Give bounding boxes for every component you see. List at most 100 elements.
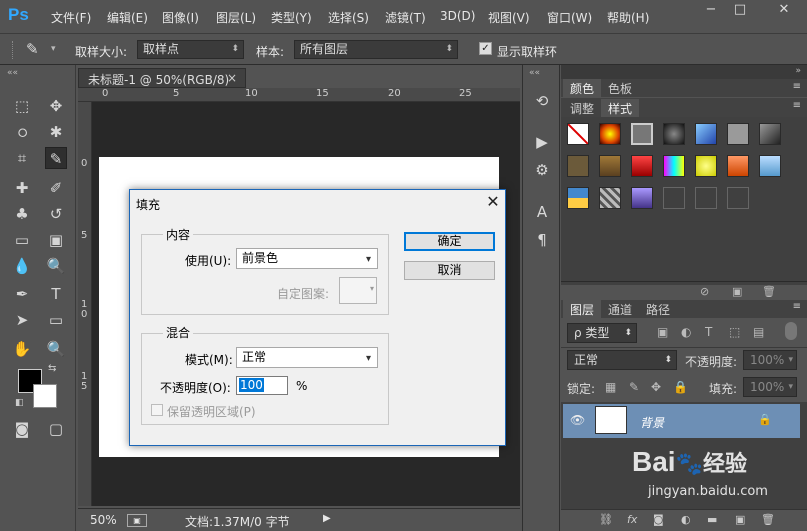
eyedropper-tool-icon[interactable]: ✎ <box>45 147 67 169</box>
grip-handle[interactable] <box>12 41 16 59</box>
preserve-transparency-checkbox[interactable] <box>151 404 163 416</box>
style-none-swatch[interactable] <box>567 123 589 145</box>
style-swatch[interactable] <box>727 155 749 177</box>
path-selection-tool-icon[interactable]: ➤ <box>11 309 33 331</box>
mode-select[interactable]: 正常 ▾ <box>236 347 378 368</box>
tab-layers[interactable]: 图层 <box>563 300 602 318</box>
style-swatch[interactable] <box>759 155 781 177</box>
menu-image[interactable]: 图像(I) <box>162 9 199 26</box>
pen-tool-icon[interactable]: ✒ <box>11 283 33 305</box>
panel-menu-icon[interactable]: ≡ <box>793 100 801 111</box>
layer-fill-input[interactable]: 100% ▾ <box>743 377 797 397</box>
tool-preset-chevron-icon[interactable]: ▾ <box>51 44 56 54</box>
style-swatch[interactable] <box>695 123 717 145</box>
sample-select[interactable]: 所有图层 ⬍ <box>294 40 458 59</box>
style-empty-swatch[interactable] <box>727 187 749 209</box>
character-panel-icon[interactable]: A <box>530 200 554 224</box>
new-group-icon[interactable]: ▬ <box>707 513 717 526</box>
collapse-arrows-icon[interactable]: » <box>795 66 801 76</box>
menu-3d[interactable]: 3D(D) <box>440 9 475 23</box>
filter-toggle[interactable] <box>785 322 797 340</box>
style-swatch[interactable] <box>631 123 653 145</box>
new-layer-icon[interactable]: ▣ <box>735 513 745 526</box>
style-swatch[interactable] <box>631 155 653 177</box>
adjustment-layer-icon[interactable]: ◐ <box>681 513 691 526</box>
layer-fx-icon[interactable]: fx <box>627 513 637 526</box>
maximize-button[interactable]: □ <box>729 2 751 18</box>
menu-window[interactable]: 窗口(W) <box>547 9 592 26</box>
style-swatch[interactable] <box>759 123 781 145</box>
new-style-icon[interactable]: ▣ <box>732 285 742 298</box>
magic-wand-tool-icon[interactable]: ✱ <box>45 121 67 143</box>
style-swatch[interactable] <box>567 187 589 209</box>
menu-file[interactable]: 文件(F) <box>51 9 91 26</box>
tab-styles[interactable]: 样式 <box>601 99 640 117</box>
close-tab-icon[interactable]: × <box>227 71 237 85</box>
tab-swatches[interactable]: 色板 <box>601 79 639 97</box>
healing-brush-tool-icon[interactable]: ✚ <box>11 177 33 199</box>
menu-help[interactable]: 帮助(H) <box>607 9 649 26</box>
type-tool-icon[interactable]: T <box>45 283 67 305</box>
status-toggle-icon[interactable]: ▣ <box>127 514 147 527</box>
lock-image-icon[interactable]: ✎ <box>629 380 639 394</box>
document-tab[interactable]: 未标题-1 @ 50%(RGB/8) × <box>78 68 246 88</box>
menu-view[interactable]: 视图(V) <box>488 9 530 26</box>
tab-adjustments[interactable]: 调整 <box>563 99 601 117</box>
properties-panel-icon[interactable]: ⚙ <box>530 158 554 182</box>
layer-blend-mode-select[interactable]: 正常 ⬍ <box>567 350 677 370</box>
link-layers-icon[interactable]: ⛓ <box>599 513 613 526</box>
filter-smart-icon[interactable]: ▤ <box>753 325 764 339</box>
style-swatch[interactable] <box>663 123 685 145</box>
style-swatch[interactable] <box>567 155 589 177</box>
style-swatch[interactable] <box>599 155 621 177</box>
style-swatch[interactable] <box>599 123 621 145</box>
show-ring-checkbox[interactable]: ✓ <box>479 42 492 55</box>
collapse-arrows-icon[interactable]: «« <box>7 68 18 78</box>
delete-layer-icon[interactable]: 🗑 <box>761 513 775 526</box>
history-panel-icon[interactable]: ⟲ <box>530 89 554 113</box>
layer-name[interactable]: 背景 <box>640 414 664 431</box>
menu-layer[interactable]: 图层(L) <box>216 9 256 26</box>
paragraph-panel-icon[interactable]: ¶ <box>530 228 554 252</box>
brush-tool-icon[interactable]: ✐ <box>45 177 67 199</box>
hand-tool-icon[interactable]: ✋ <box>11 338 33 360</box>
style-empty-swatch[interactable] <box>695 187 717 209</box>
menu-filter[interactable]: 滤镜(T) <box>385 9 426 26</box>
cancel-button[interactable]: 取消 <box>404 261 495 280</box>
eye-visibility-icon[interactable]: 👁 <box>570 413 585 427</box>
filter-adjust-icon[interactable]: ◐ <box>681 325 691 339</box>
status-arrow-icon[interactable]: ▶ <box>323 513 331 524</box>
screen-mode-icon[interactable]: ▢ <box>45 418 67 440</box>
add-mask-icon[interactable]: ◙ <box>653 513 664 526</box>
actions-panel-icon[interactable]: ▶ <box>530 130 554 154</box>
panel-menu-icon[interactable]: ≡ <box>793 301 801 312</box>
layer-thumbnail[interactable] <box>595 406 627 434</box>
tab-channels[interactable]: 通道 <box>601 300 639 318</box>
dialog-close-button[interactable]: ✕ <box>482 191 504 213</box>
tab-paths[interactable]: 路径 <box>639 300 677 318</box>
menu-select[interactable]: 选择(S) <box>328 9 369 26</box>
style-swatch[interactable] <box>599 187 621 209</box>
ok-button[interactable]: 确定 <box>404 232 495 251</box>
style-swatch[interactable] <box>631 187 653 209</box>
panel-menu-icon[interactable]: ≡ <box>793 81 801 92</box>
lasso-tool-icon[interactable]: ഠ <box>11 121 33 143</box>
filter-pixel-icon[interactable]: ▣ <box>657 325 668 339</box>
style-swatch[interactable] <box>663 155 685 177</box>
custom-pattern-picker[interactable]: ▾ <box>339 277 377 304</box>
close-window-button[interactable]: ✕ <box>773 2 795 18</box>
lock-position-icon[interactable]: ✥ <box>651 380 661 394</box>
zoom-tool-icon[interactable]: 🔍 <box>45 338 67 360</box>
filter-type-icon[interactable]: T <box>705 325 712 339</box>
use-select[interactable]: 前景色 ▾ <box>236 248 378 269</box>
eyedropper-tool-icon[interactable]: ✎ <box>26 40 39 58</box>
lock-all-icon[interactable]: 🔒 <box>673 380 688 394</box>
marquee-tool-icon[interactable]: ⬚ <box>11 95 33 117</box>
quick-mask-icon[interactable]: ◙ <box>11 418 33 440</box>
expand-arrows-icon[interactable]: «« <box>529 68 540 78</box>
default-colors-icon[interactable]: ◧ <box>15 398 24 408</box>
clone-stamp-tool-icon[interactable]: ♣ <box>11 203 33 225</box>
background-color-swatch[interactable] <box>33 384 57 408</box>
crop-tool-icon[interactable]: ⌗ <box>11 147 33 169</box>
style-swatch[interactable] <box>727 123 749 145</box>
